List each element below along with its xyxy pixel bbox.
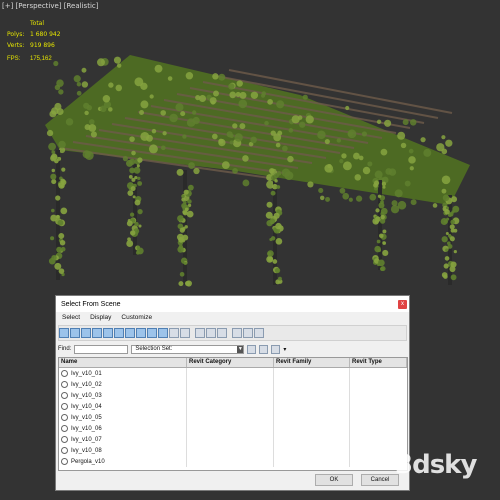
menu-select[interactable]: Select — [62, 314, 80, 321]
object-icon — [61, 414, 68, 421]
close-button[interactable]: x — [398, 299, 407, 309]
selection-set-dropdown[interactable]: Selection Set: ▼ — [131, 344, 245, 354]
dialog-title: Select From Scene — [61, 300, 121, 308]
row-name: Ivy_v10_07 — [71, 436, 102, 443]
find-label: Find: — [58, 346, 72, 352]
table-row[interactable]: Ivy_v10_08 — [59, 445, 407, 456]
row-name: Ivy_v10_05 — [71, 414, 102, 421]
object-icon — [61, 403, 68, 410]
object-icon — [61, 370, 68, 377]
sort-icon[interactable] — [254, 328, 264, 338]
filter-cameras-icon[interactable] — [92, 328, 102, 338]
col-revit-category[interactable]: Revit Category — [187, 358, 274, 367]
object-icon — [61, 436, 68, 443]
table-header: Name Revit Category Revit Family Revit T… — [59, 358, 407, 368]
verts-label: Verts: — [7, 42, 25, 49]
stats-panel: Total Polys: 1 680 942 Verts: 919 896 — [7, 18, 61, 51]
selection-icon[interactable] — [259, 344, 269, 354]
table-row[interactable]: Pergola_v10 — [59, 456, 407, 467]
object-icon — [61, 392, 68, 399]
filter-toolbar — [58, 325, 407, 341]
filter-helpers-icon[interactable] — [103, 328, 113, 338]
menu-display[interactable]: Display — [90, 314, 111, 321]
ok-button[interactable]: OK — [315, 474, 353, 486]
filter-hidden-icon[interactable] — [180, 328, 190, 338]
object-icon — [61, 381, 68, 388]
table-row[interactable]: Ivy_v10_02 — [59, 379, 407, 390]
table-body: Ivy_v10_01 Ivy_v10_02 Ivy_v10_03 Ivy_v10… — [59, 368, 407, 467]
object-table: Name Revit Category Revit Family Revit T… — [58, 357, 408, 471]
filter-containers-icon[interactable] — [158, 328, 168, 338]
layer-icon[interactable] — [247, 344, 257, 354]
verts-value: 919 896 — [30, 42, 55, 49]
select-all-icon[interactable] — [195, 328, 205, 338]
filter-frozen-icon[interactable] — [169, 328, 179, 338]
selection-set-value[interactable] — [175, 346, 237, 353]
select-invert-icon[interactable] — [217, 328, 227, 338]
cancel-button[interactable]: Cancel — [361, 474, 399, 486]
menu-bar: Select Display Customize — [56, 312, 409, 323]
find-bar: Find: Selection Set: ▼ ▾ — [58, 344, 407, 354]
object-icon — [61, 458, 68, 465]
polys-label: Polys: — [7, 31, 25, 38]
select-none-icon[interactable] — [206, 328, 216, 338]
filter-xrefs-icon[interactable] — [136, 328, 146, 338]
filter-funnel-icon[interactable] — [232, 328, 242, 338]
table-row[interactable]: Ivy_v10_07 — [59, 434, 407, 445]
selection-set-label: Selection Set: — [135, 346, 173, 352]
filter-geometry-icon[interactable] — [59, 328, 69, 338]
row-name: Ivy_v10_02 — [71, 381, 102, 388]
col-revit-family[interactable]: Revit Family — [274, 358, 350, 367]
dialog-buttons: OK Cancel — [315, 474, 399, 486]
row-name: Ivy_v10_01 — [71, 370, 102, 377]
filter-shapes-icon[interactable] — [70, 328, 80, 338]
dialog-titlebar[interactable]: Select From Scene x — [56, 296, 409, 312]
row-name: Ivy_v10_08 — [71, 447, 102, 454]
table-row[interactable]: Ivy_v10_01 — [59, 368, 407, 379]
filter-bones-icon[interactable] — [147, 328, 157, 338]
filter-spacewarps-icon[interactable] — [114, 328, 124, 338]
viewport-label[interactable]: [+] [Perspective] [Realistic] — [2, 2, 98, 10]
row-name: Ivy_v10_03 — [71, 392, 102, 399]
filter-lights-icon[interactable] — [81, 328, 91, 338]
polys-value: 1 680 942 — [30, 31, 61, 38]
table-row[interactable]: Ivy_v10_04 — [59, 401, 407, 412]
options-chevron-icon[interactable]: ▾ — [283, 346, 286, 353]
col-name[interactable]: Name — [59, 358, 187, 367]
fps-readout: FPS: 175,162 — [7, 56, 52, 62]
table-row[interactable]: Ivy_v10_03 — [59, 390, 407, 401]
find-input[interactable] — [74, 344, 129, 354]
chevron-down-icon[interactable]: ▼ — [237, 345, 244, 353]
select-from-scene-dialog: Select From Scene x Select Display Custo… — [55, 295, 410, 491]
filter-groups-icon[interactable] — [125, 328, 135, 338]
table-row[interactable]: Ivy_v10_05 — [59, 412, 407, 423]
object-icon — [61, 425, 68, 432]
row-name: Ivy_v10_06 — [71, 425, 102, 432]
fps-label: FPS: — [7, 56, 21, 62]
object-icon — [61, 447, 68, 454]
row-name: Ivy_v10_04 — [71, 403, 102, 410]
fps-value: 175,162 — [30, 56, 52, 62]
hierarchy-icon[interactable] — [243, 328, 253, 338]
row-name: Pergola_v10 — [71, 458, 105, 465]
menu-customize[interactable]: Customize — [121, 314, 152, 321]
watermark-logo: 3dsky — [395, 450, 477, 480]
col-revit-type[interactable]: Revit Type — [350, 358, 407, 367]
table-row[interactable]: Ivy_v10_06 — [59, 423, 407, 434]
stats-header: Total — [30, 20, 45, 27]
sync-icon[interactable] — [271, 344, 281, 354]
